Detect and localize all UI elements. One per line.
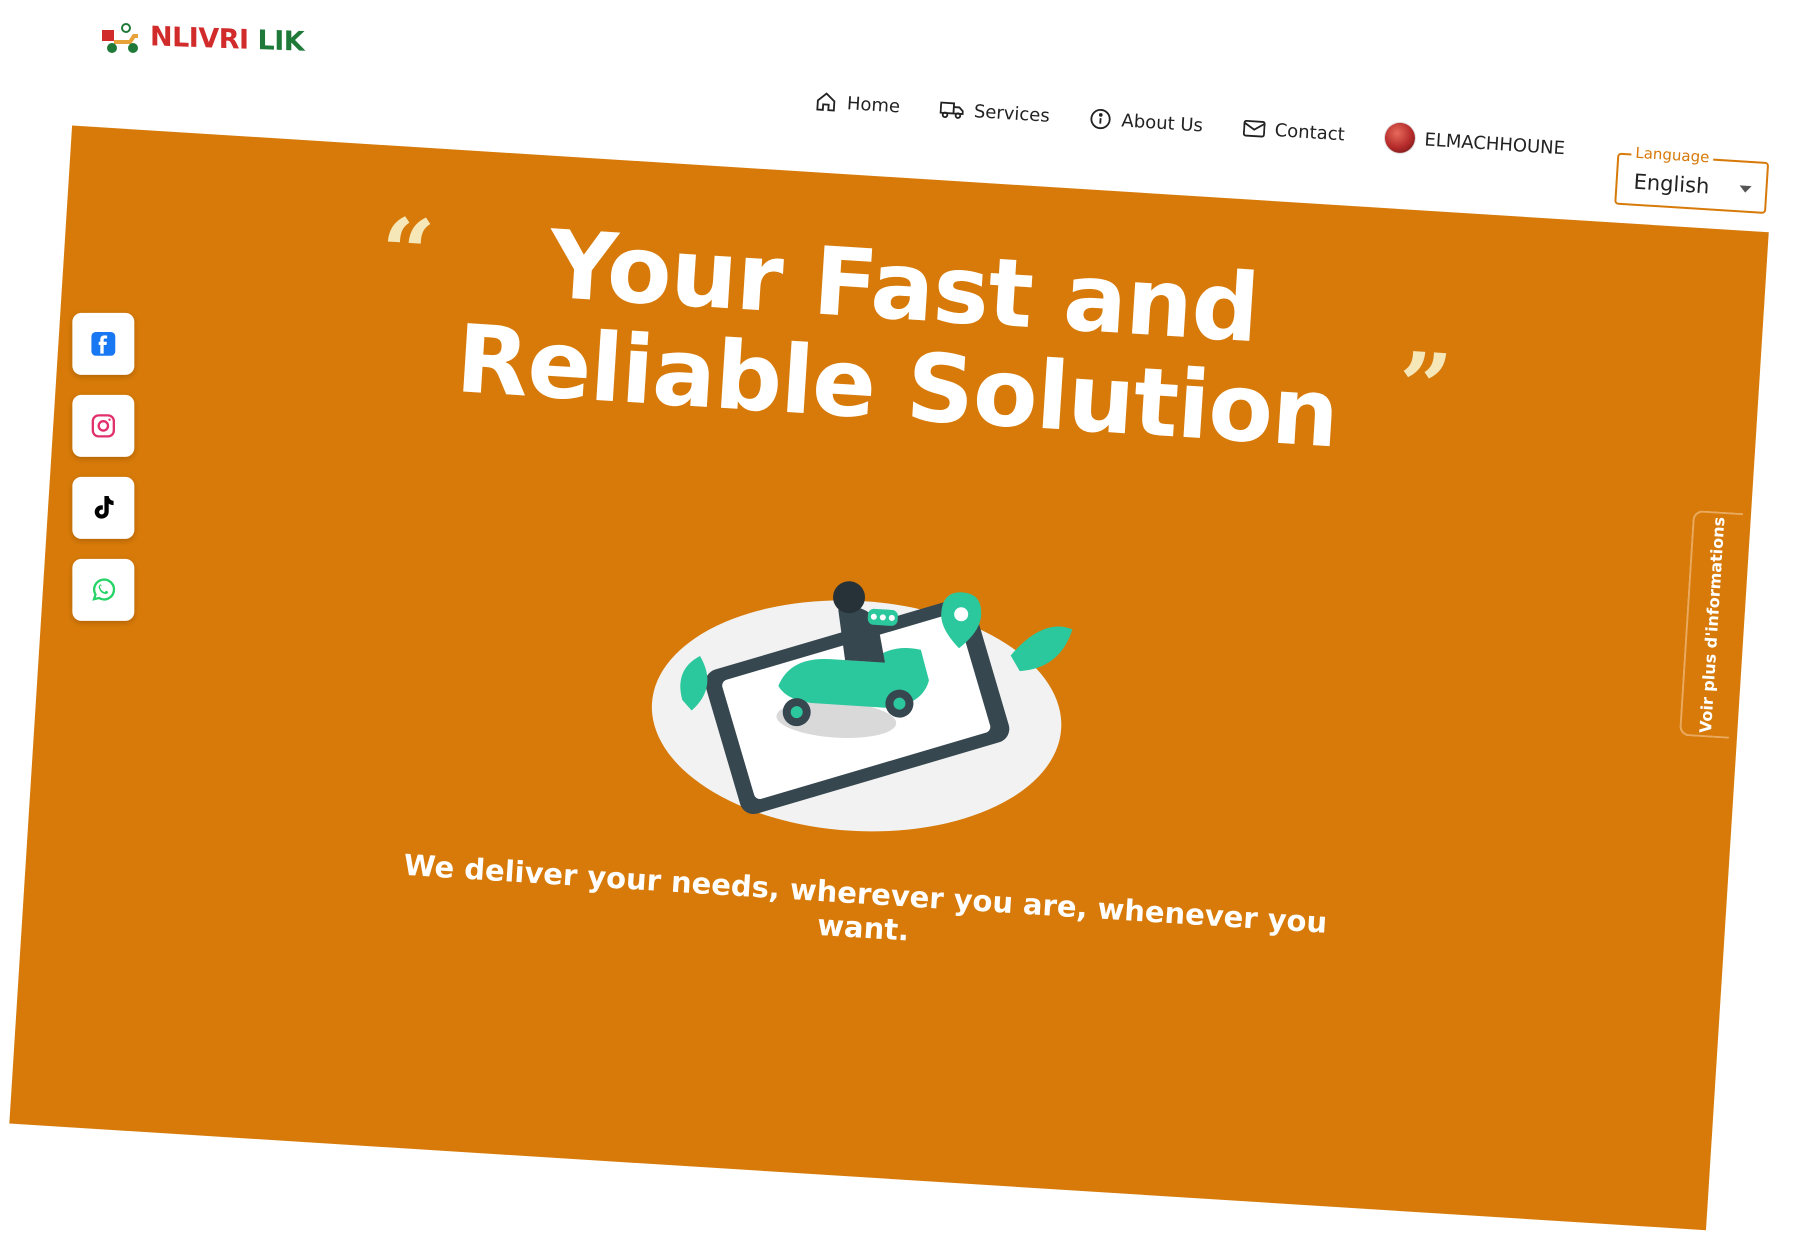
instagram-icon xyxy=(89,412,117,440)
whatsapp-icon xyxy=(89,576,117,604)
avatar xyxy=(1384,122,1416,154)
tiktok-icon xyxy=(90,494,116,522)
hero-tagline: We deliver your needs, wherever you are,… xyxy=(383,847,1345,975)
nav-home[interactable]: Home xyxy=(814,90,900,117)
language-label: Language xyxy=(1631,143,1714,166)
nav-services-label: Services xyxy=(973,101,1050,127)
truck-icon xyxy=(939,98,964,121)
page-canvas: Home Services About Us Contact ELMACHHOU… xyxy=(0,0,1793,1062)
nav-home-label: Home xyxy=(846,93,900,117)
nav-contact-label: Contact xyxy=(1274,120,1345,145)
facebook-icon xyxy=(90,331,116,357)
tiktok-button[interactable] xyxy=(72,477,134,539)
mail-icon xyxy=(1242,118,1265,139)
whatsapp-button[interactable] xyxy=(72,559,134,621)
more-info-label: Voir plus d'informations xyxy=(1696,516,1729,733)
info-icon xyxy=(1089,107,1112,130)
hero-section: “ Your Fast and Reliable Solution ” xyxy=(9,125,1768,1230)
nav-about[interactable]: About Us xyxy=(1089,107,1204,136)
close-quote-icon: ” xyxy=(1396,339,1455,434)
chevron-down-icon xyxy=(1739,185,1751,193)
nav-contact[interactable]: Contact xyxy=(1242,118,1345,145)
language-value: English xyxy=(1633,170,1710,199)
nav-services[interactable]: Services xyxy=(939,98,1050,127)
language-select[interactable]: Language English xyxy=(1614,153,1769,214)
delivery-illustration xyxy=(629,522,1087,849)
user-name: ELMACHHOUNE xyxy=(1424,129,1566,159)
instagram-button[interactable] xyxy=(72,395,134,457)
nav-about-label: About Us xyxy=(1121,110,1204,136)
social-links xyxy=(72,313,134,621)
user-menu[interactable]: ELMACHHOUNE xyxy=(1384,122,1566,163)
hero-title: Your Fast and Reliable Solution xyxy=(415,208,1386,468)
main-navbar: Home Services About Us Contact ELMACHHOU… xyxy=(814,86,1566,163)
facebook-button[interactable] xyxy=(72,313,134,375)
home-icon xyxy=(814,90,837,113)
